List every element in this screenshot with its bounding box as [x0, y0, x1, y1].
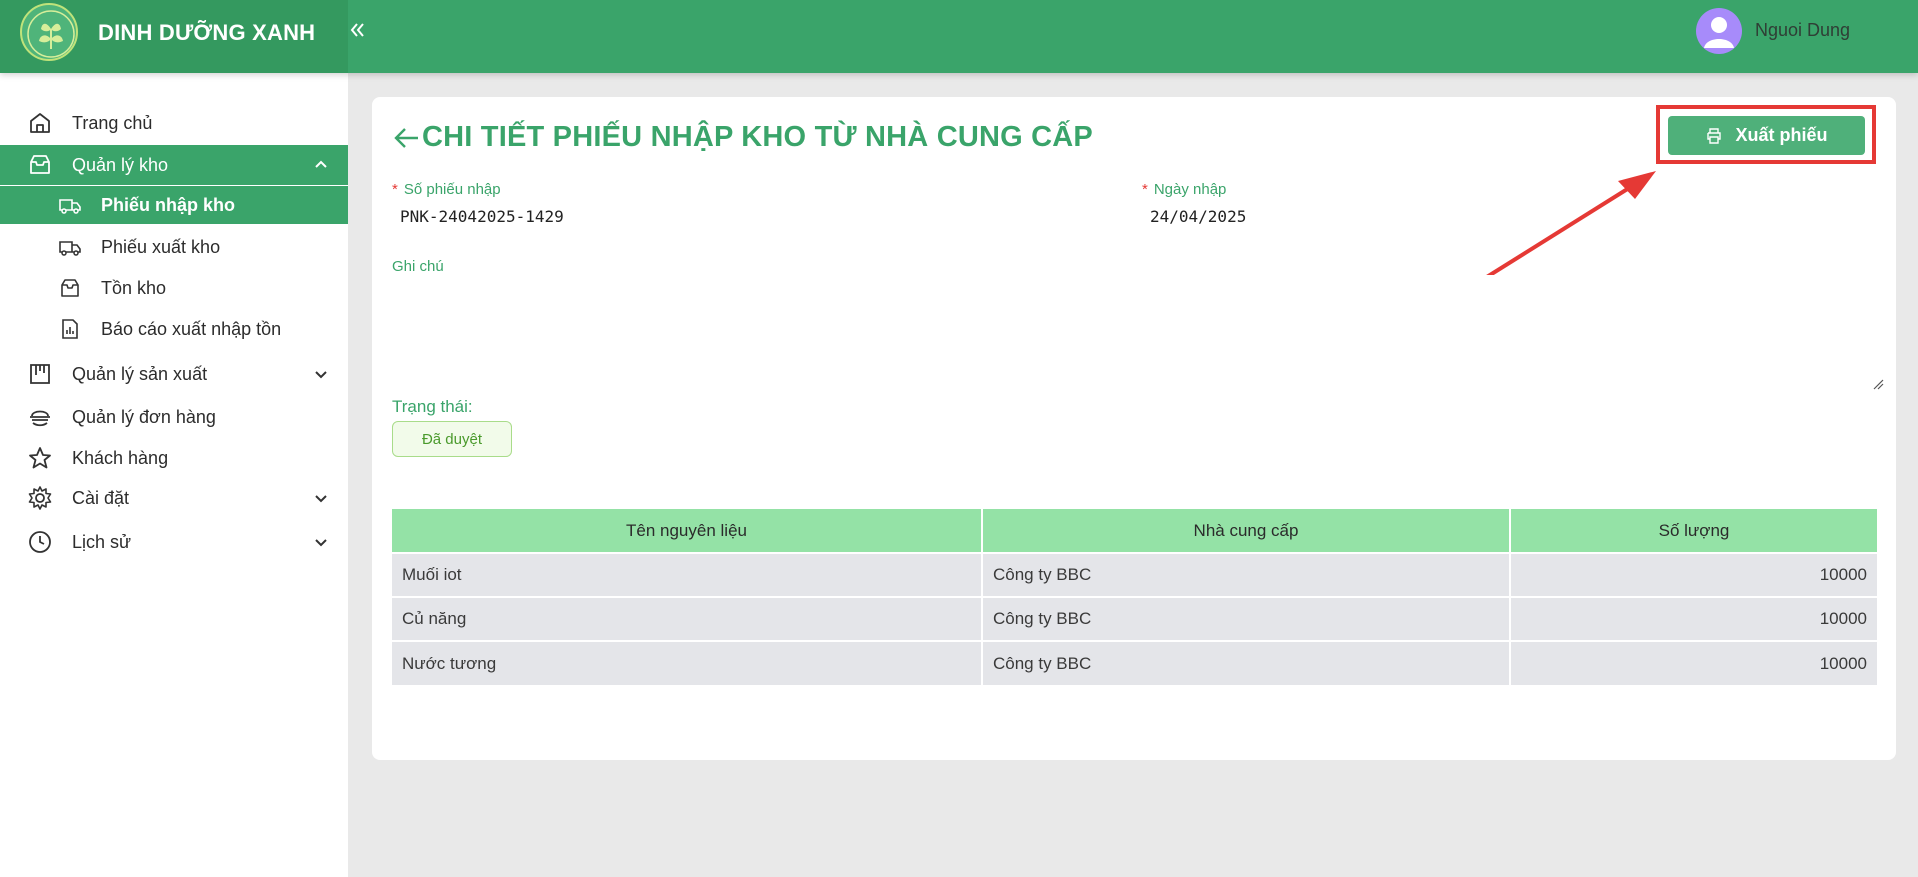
top-header: DINH DƯỠNG XANH Nguoi Dung	[0, 0, 1918, 73]
sidebar-subitem-inventory[interactable]: Tồn kho	[0, 269, 348, 307]
status-badge: Đã duyệt	[392, 421, 512, 457]
sidebar-item-label: Quản lý kho	[72, 154, 169, 175]
sidebar-item-label: Quản lý sản xuất	[72, 363, 208, 384]
sidebar-item-production[interactable]: Quản lý sản xuất	[0, 354, 348, 394]
leaf-logo-icon	[20, 3, 78, 61]
material-name-cell: Nước tương	[392, 640, 983, 685]
receipt-number-label: * Số phiếu nhập	[392, 181, 501, 198]
receipt-detail-card: CHI TIẾT PHIẾU NHẬP KHO TỪ NHÀ CUNG CẤP …	[372, 97, 1896, 760]
note-label: Ghi chú	[392, 258, 444, 275]
collapse-sidebar-button[interactable]	[349, 16, 365, 49]
table-row[interactable]: Nước tương Công ty BBC 10000	[392, 640, 1877, 685]
material-name-cell: Củ năng	[392, 596, 983, 641]
column-header[interactable]: Số lượng	[1510, 509, 1877, 553]
quantity-cell: 10000	[1510, 640, 1877, 685]
star-icon	[29, 447, 51, 469]
double-chevron-left-icon	[350, 23, 364, 37]
supplier-cell: Công ty BBC	[982, 640, 1511, 685]
gear-icon	[28, 486, 52, 510]
sidebar-subitem-report[interactable]: Báo cáo xuất nhập tồn	[0, 310, 348, 348]
sidebar-item-orders[interactable]: Quản lý đơn hàng	[0, 397, 348, 437]
chevron-down-icon	[315, 495, 327, 503]
supplier-cell: Công ty BBC	[982, 552, 1511, 597]
sidebar-item-label: Cài đặt	[72, 487, 130, 508]
materials-table: Tên nguyên liệu Nhà cung cấp Số lượng Mu…	[392, 509, 1877, 685]
export-button[interactable]: Xuất phiếu	[1668, 116, 1865, 155]
quantity-cell: 10000	[1510, 552, 1877, 597]
sidebar-item-label: Trang chủ	[72, 112, 153, 133]
user-icon	[1704, 17, 1734, 48]
brand-area: DINH DƯỠNG XANH	[0, 0, 348, 73]
annotation-arrow	[1480, 171, 1656, 282]
status-label: Trạng thái:	[392, 397, 473, 416]
sidebar-subitem-label: Phiếu xuất kho	[101, 236, 221, 257]
truck-out-icon	[59, 241, 81, 256]
history-icon	[29, 531, 51, 553]
material-name-cell: Muối iot	[392, 552, 983, 597]
receipt-number-field[interactable]	[400, 207, 900, 226]
factory-icon	[30, 364, 50, 384]
sidebar-subitem-stock-in[interactable]: Phiếu nhập kho	[0, 186, 348, 224]
note-textarea[interactable]	[392, 275, 1886, 393]
sidebar-item-label: Khách hàng	[72, 447, 169, 468]
sidebar-item-history[interactable]: Lịch sử	[0, 522, 348, 562]
resize-grip-icon[interactable]	[1872, 378, 1884, 390]
printer-icon	[1707, 127, 1722, 144]
sidebar-subitem-label: Phiếu nhập kho	[101, 194, 236, 215]
avatar[interactable]	[1696, 8, 1742, 54]
inbox-icon	[61, 279, 79, 297]
column-header[interactable]: Nhà cung cấp	[982, 509, 1511, 553]
table-row[interactable]: Muối iot Công ty BBC 10000	[392, 552, 1877, 597]
supplier-cell: Công ty BBC	[982, 596, 1511, 641]
sidebar-subitem-label: Báo cáo xuất nhập tồn	[101, 318, 282, 339]
sidebar-item-settings[interactable]: Cài đặt	[0, 478, 348, 518]
sidebar-subitem-stock-out[interactable]: Phiếu xuất kho	[0, 228, 348, 266]
table-row[interactable]: Củ năng Công ty BBC 10000	[392, 596, 1877, 641]
chevron-down-icon	[315, 539, 327, 547]
sidebar-item-label: Quản lý đơn hàng	[72, 406, 216, 427]
inbox-icon	[30, 155, 50, 174]
sidebar-item-customers[interactable]: Khách hàng	[0, 438, 348, 478]
sidebar-item-warehouse[interactable]: Quản lý kho	[0, 145, 348, 185]
brand-name: DINH DƯỠNG XANH	[98, 20, 316, 45]
truck-in-icon	[59, 199, 81, 214]
sidebar-subitem-label: Tồn kho	[101, 277, 167, 298]
sidebar: Trang chủ Quản lý kho Phiếu nhập kho Phi…	[0, 73, 348, 877]
chevron-down-icon	[315, 371, 327, 379]
import-date-field[interactable]	[1150, 207, 1550, 226]
export-button-label: Xuất phiếu	[1735, 125, 1828, 145]
back-arrow-icon[interactable]	[392, 123, 422, 153]
quantity-cell: 10000	[1510, 596, 1877, 641]
sidebar-item-home[interactable]: Trang chủ	[0, 103, 348, 143]
table-header-row: Tên nguyên liệu Nhà cung cấp Số lượng	[392, 509, 1877, 553]
user-name[interactable]: Nguoi Dung	[1755, 20, 1850, 41]
order-icon	[30, 410, 50, 427]
home-icon	[30, 113, 50, 133]
report-icon	[62, 319, 78, 339]
column-header[interactable]: Tên nguyên liệu	[392, 509, 983, 553]
import-date-label: * Ngày nhập	[1142, 181, 1227, 198]
chevron-up-icon	[315, 160, 327, 168]
page-title: CHI TIẾT PHIẾU NHẬP KHO TỪ NHÀ CUNG CẤP	[422, 121, 1093, 153]
sidebar-item-label: Lịch sử	[72, 531, 132, 552]
